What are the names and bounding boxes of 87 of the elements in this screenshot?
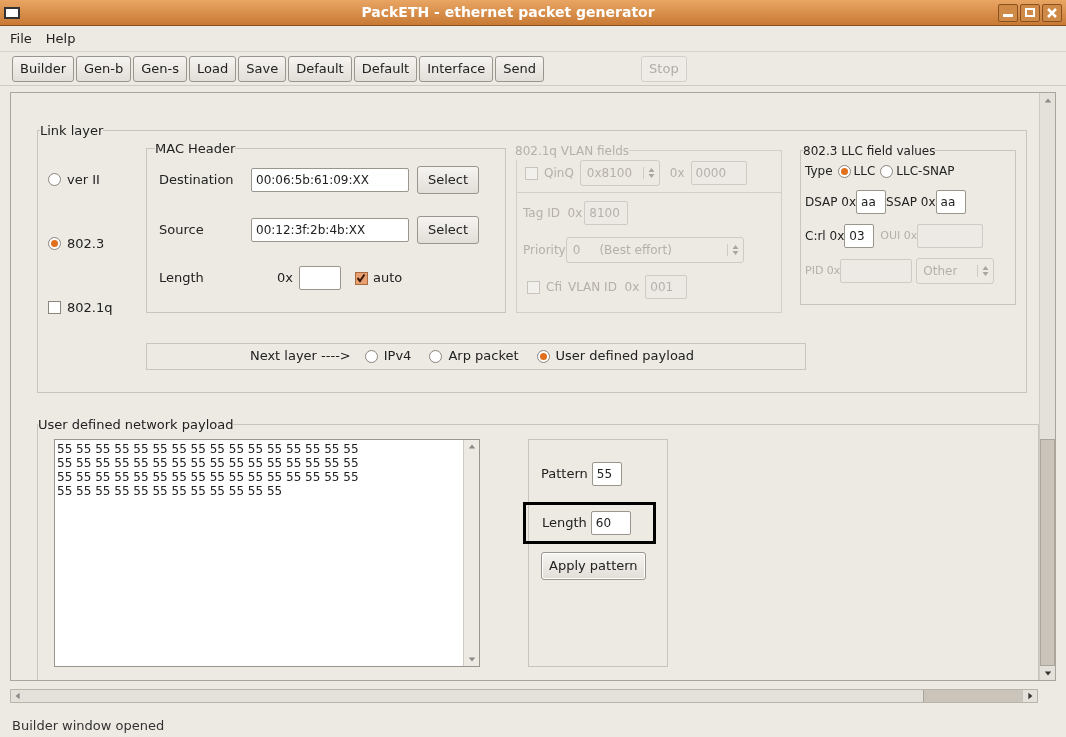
payload-text-area[interactable]: 55 55 55 55 55 55 55 55 55 55 55 55 55 55 55 55 55 55 55 55 55 55 55 55 55 55 55 55 55 55 55 55 55 55 55 55 55 55 55 55 55 55 55 55 55 55 55 55 55 55 55 55 55 55 55 55 55 55 55 55 [54, 438, 480, 667]
spinner-arrows-icon [731, 244, 739, 256]
panel-title: Link layer [40, 123, 104, 138]
label: PID 0x [805, 262, 841, 279]
scroll-up-icon[interactable] [467, 442, 476, 451]
label: QinQ [544, 165, 574, 182]
button[interactable]: Builder [12, 55, 74, 82]
scroll-right-icon[interactable] [1026, 692, 1034, 700]
radio-button[interactable] [48, 237, 61, 250]
payload-line: 55 55 55 55 55 55 55 55 55 55 55 55 55 55 55 55 [57, 441, 360, 456]
label: Pattern [541, 464, 588, 483]
spinner-arrows-icon [982, 265, 990, 277]
checkbox[interactable] [354, 271, 368, 285]
label: SSAP 0x [886, 194, 936, 211]
button[interactable]: Load [189, 55, 237, 82]
radio-button[interactable] [429, 349, 443, 363]
label: auto [372, 269, 403, 288]
vertical-scrollbar[interactable] [1039, 93, 1055, 680]
label: 802.3 [67, 234, 105, 253]
scroll-left-icon[interactable] [14, 692, 22, 700]
button[interactable]: Send [495, 55, 545, 82]
input-field[interactable]: aa [935, 190, 966, 214]
label: Source [159, 221, 205, 240]
status-text: Builder window opened [12, 717, 165, 736]
label: ver II [67, 170, 100, 189]
label: 0x [277, 269, 293, 288]
button[interactable]: Select [417, 166, 480, 194]
label: Cfi [546, 279, 562, 296]
payload-line: 55 55 55 55 55 55 55 55 55 55 55 55 [57, 483, 284, 498]
button[interactable]: Gen-s [133, 55, 188, 82]
panel-title: 802.3 LLC field values [803, 143, 936, 158]
label: 0x [669, 165, 685, 182]
radio-button[interactable] [837, 164, 851, 178]
label: C:rl 0x [805, 228, 845, 245]
button[interactable]: Apply pattern [541, 551, 646, 580]
button[interactable]: Gen-b [76, 55, 132, 82]
minimize-button[interactable] [998, 3, 1018, 22]
label: IPv4 [383, 347, 412, 366]
input-field[interactable]: aa [856, 190, 887, 214]
panel-title: User defined network payload [38, 417, 234, 432]
close-button[interactable] [1042, 3, 1062, 22]
radio-button[interactable] [880, 164, 894, 178]
input-field[interactable]: 03 [844, 224, 875, 248]
button[interactable]: Interface [419, 55, 494, 82]
label: Length [159, 269, 205, 288]
label: Type [805, 163, 833, 180]
button[interactable]: Save [238, 55, 287, 82]
maximize-button[interactable] [1020, 3, 1040, 22]
input-field[interactable] [298, 266, 341, 290]
label: Arp packet [448, 347, 519, 366]
horizontal-scrollbar[interactable] [10, 689, 1038, 703]
label: User defined payload [555, 347, 695, 366]
label: LLC [853, 163, 876, 180]
button[interactable]: Default [353, 55, 418, 82]
label: VLAN ID 0x [567, 279, 640, 296]
scroll-up-icon[interactable] [1043, 97, 1052, 105]
input-field[interactable]: 00:06:5b:61:09:XX [251, 168, 409, 192]
label: OUI 0x [880, 227, 918, 244]
label: Priority [523, 242, 566, 259]
radio-button[interactable] [48, 173, 61, 186]
button[interactable]: Select [417, 216, 480, 244]
spinner-arrows-icon [647, 167, 655, 179]
radio-button[interactable] [364, 349, 378, 363]
radio-button[interactable] [536, 349, 550, 363]
payload-line: 55 55 55 55 55 55 55 55 55 55 55 55 55 55 55 55 [57, 455, 360, 470]
menu-item[interactable]: Help [45, 28, 76, 49]
label: Next layer ----> [249, 347, 351, 366]
panel-title: MAC Header [155, 140, 236, 156]
checkbox[interactable] [48, 301, 61, 314]
window-menu-icon[interactable] [4, 6, 20, 19]
label: Length [542, 513, 587, 532]
panel-title: 802.1q VLAN fields [515, 143, 630, 158]
label: Tag ID 0x [523, 205, 583, 222]
label: LLC-SNAP [896, 163, 955, 180]
label: DSAP 0x [805, 194, 857, 211]
scrollbar[interactable] [463, 439, 479, 666]
menu-item[interactable]: File [10, 28, 32, 49]
button[interactable]: Default [288, 55, 352, 82]
input-field[interactable]: 60 [590, 510, 631, 535]
input-field[interactable]: 55 [591, 461, 622, 486]
label: 802.1q [67, 298, 113, 317]
payload-line: 55 55 55 55 55 55 55 55 55 55 55 55 55 55 55 55 [57, 469, 360, 484]
scroll-down-icon[interactable] [1043, 669, 1052, 677]
close-icon [1047, 7, 1057, 18]
input-field[interactable]: 00:12:3f:2b:4b:XX [251, 218, 409, 242]
label: Destination [159, 171, 235, 190]
window-title: PackETH - ethernet packet generator [360, 3, 656, 22]
